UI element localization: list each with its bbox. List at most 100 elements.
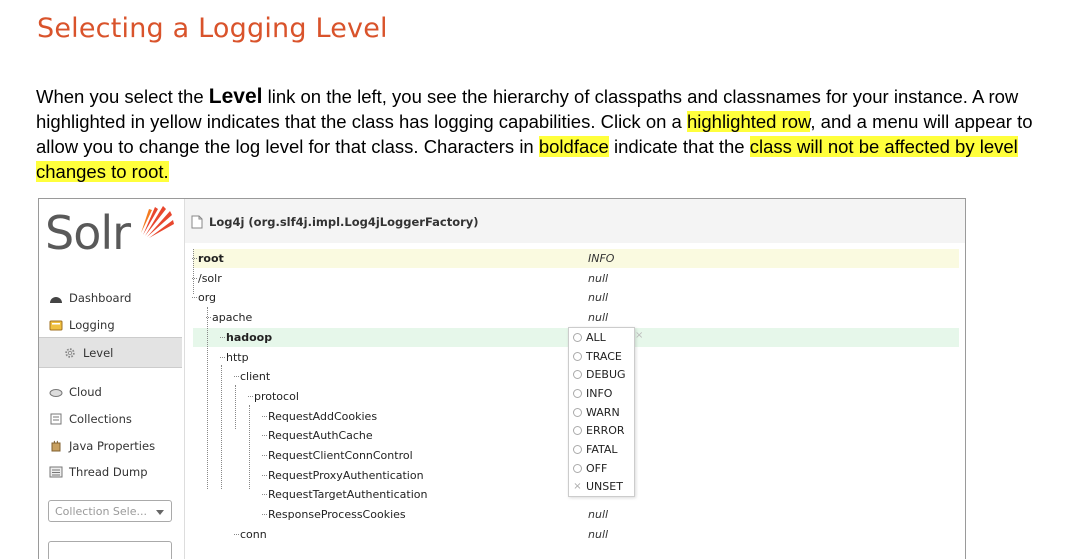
sidebar-item-level[interactable]: Level — [39, 337, 182, 368]
cloud-icon — [49, 389, 63, 397]
logger-row-solr[interactable]: /solr null — [192, 269, 959, 288]
tree-connector — [248, 395, 253, 397]
tree-guide — [221, 365, 222, 489]
logging-level-panel: Log4j (org.slf4j.impl.Log4jLoggerFactory… — [185, 199, 965, 559]
radio-icon — [573, 444, 582, 454]
tree-connector — [262, 514, 267, 516]
level-option-label: FATAL — [586, 442, 618, 456]
sidebar-item-logging[interactable]: Logging — [49, 318, 115, 332]
tree-guide — [193, 249, 194, 294]
logger-name: /solr — [198, 271, 222, 285]
tree-connector — [262, 474, 267, 476]
logger-name: RequestProxyAuthentication — [268, 468, 424, 482]
logger-name: client — [240, 370, 271, 384]
level-option-label: TRACE — [586, 349, 622, 363]
tree-connector — [262, 435, 267, 437]
logger-name: ResponseProcessCookies — [268, 508, 406, 522]
level-option-label: UNSET — [586, 480, 623, 494]
level-option-label: ALL — [586, 330, 606, 344]
level-option-off[interactable]: OFF — [569, 459, 634, 478]
sidebar-item-dashboard[interactable]: Dashboard — [49, 291, 131, 305]
tree-connector — [234, 533, 239, 535]
level-option-all[interactable]: ALL — [569, 328, 634, 347]
logging-icon — [49, 320, 63, 331]
solr-logo: Solr — [45, 206, 131, 260]
unset-icon: × — [573, 481, 582, 493]
logger-row-apache[interactable]: apache null — [193, 308, 959, 327]
radio-icon — [573, 463, 582, 473]
sidebar-item-collections[interactable]: Collections — [49, 412, 132, 426]
highlight-boldface: boldface — [538, 136, 609, 157]
radio-icon — [573, 351, 582, 361]
logger-row-org[interactable]: org null — [192, 288, 959, 307]
sidebar-item-java-properties[interactable]: Java Properties — [49, 439, 155, 453]
tree-guide — [235, 385, 236, 429]
logger-row-responseprocesscookies[interactable]: ResponseProcessCookies null — [193, 505, 959, 524]
tree-connector — [220, 336, 225, 338]
logger-name: org — [198, 291, 217, 305]
radio-icon — [573, 407, 582, 417]
level-option-label: INFO — [586, 386, 613, 400]
level-option-warn[interactable]: WARN — [569, 403, 634, 422]
level-option-info[interactable]: INFO — [569, 384, 634, 403]
logger-row-conn[interactable]: conn null — [193, 525, 959, 544]
sidebar-item-thread-dump[interactable]: Thread Dump — [49, 465, 148, 479]
level-option-error[interactable]: ERROR — [569, 421, 634, 440]
thread-icon — [49, 466, 63, 478]
level-option-label: ERROR — [586, 424, 625, 438]
logger-name: hadoop — [226, 330, 273, 344]
collections-icon — [50, 413, 62, 425]
logger-name: RequestAddCookies — [268, 409, 378, 423]
logger-name: apache — [212, 311, 253, 325]
logger-name: protocol — [254, 389, 299, 403]
level-option-trace[interactable]: TRACE — [569, 347, 634, 366]
radio-icon — [573, 388, 582, 398]
level-word: Level — [208, 85, 263, 108]
logger-name: http — [226, 350, 249, 364]
tree-connector — [262, 415, 267, 417]
logger-level: null — [588, 527, 609, 541]
description-paragraph: When you select the Level link on the le… — [36, 85, 1033, 182]
close-icon[interactable]: × — [635, 330, 643, 341]
tree-connector — [262, 494, 267, 496]
tree-guide — [249, 405, 250, 489]
level-option-label: WARN — [586, 405, 620, 419]
tree-connector — [234, 376, 239, 378]
level-option-label: OFF — [586, 461, 608, 475]
logger-name: RequestTargetAuthentication — [268, 488, 428, 502]
solr-sun-icon — [141, 206, 174, 238]
tree-connector — [220, 356, 225, 358]
radio-icon — [573, 370, 582, 380]
collection-selector[interactable]: Collection Sele... — [48, 500, 172, 522]
dashboard-icon — [50, 297, 62, 303]
logger-name: conn — [240, 527, 267, 541]
level-option-label: DEBUG — [586, 368, 626, 382]
sidebar: Solr Dashboard Logging Level Cloud Colle… — [39, 199, 185, 559]
logger-row-root[interactable]: root INFO — [192, 249, 959, 268]
level-option-debug[interactable]: DEBUG — [569, 365, 634, 384]
panel-title: Log4j (org.slf4j.impl.Log4jLoggerFactory… — [191, 215, 479, 229]
logger-name: root — [198, 252, 224, 265]
level-option-fatal[interactable]: FATAL — [569, 440, 634, 459]
page-title: Selecting a Logging Level — [37, 13, 388, 44]
document-icon — [191, 215, 203, 229]
tree-connector — [192, 297, 197, 299]
logger-level: null — [588, 508, 609, 522]
level-menu: ALL TRACE DEBUG INFO WARN ERROR FATAL OFF × UNSET — [568, 327, 635, 498]
logger-name: RequestAuthCache — [268, 429, 373, 443]
logger-level: null — [588, 271, 609, 285]
logger-name: RequestClientConnControl — [268, 449, 413, 462]
solr-screenshot: Solr Dashboard Logging Level Cloud Colle… — [38, 198, 966, 559]
gear-icon — [65, 348, 75, 358]
sidebar-item-cloud[interactable]: Cloud — [49, 385, 102, 399]
tree-connector — [262, 455, 267, 456]
java-icon — [51, 440, 61, 452]
chevron-down-icon — [156, 510, 164, 515]
logger-level: null — [588, 291, 609, 305]
secondary-selector[interactable] — [48, 541, 172, 559]
radio-icon — [573, 426, 582, 436]
logger-level: INFO — [588, 252, 615, 265]
highlight-highlighted-row: highlighted row — [686, 111, 811, 132]
level-option-unset[interactable]: × UNSET — [569, 478, 634, 497]
radio-icon — [573, 332, 582, 342]
